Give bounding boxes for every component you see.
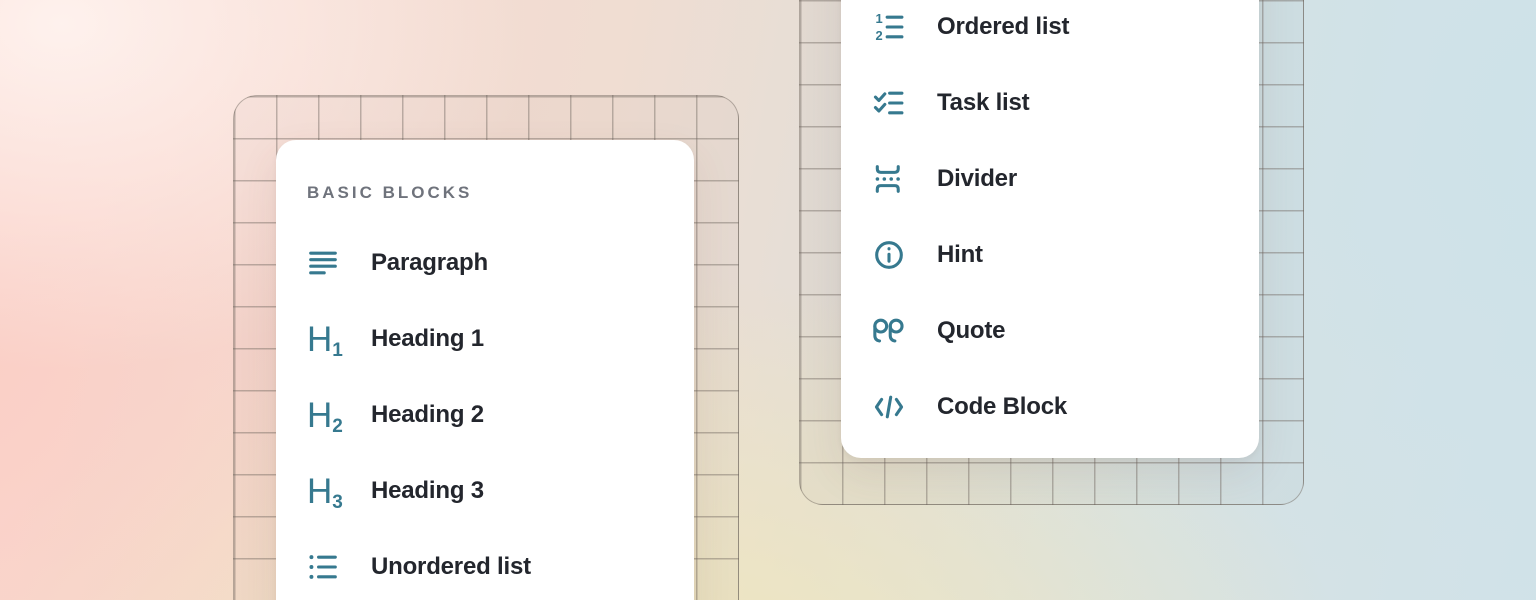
- blocks-menu-card-continued: 12Ordered listTask listDividerHintQuoteC…: [841, 0, 1259, 458]
- menu-item-heading-2[interactable]: H2 Heading 2: [307, 377, 694, 453]
- hero-background: BASIC BLOCKS Paragraph H1 Heading 1 H2 Headi…: [0, 0, 1536, 600]
- menu-item-divider[interactable]: Divider: [873, 141, 1259, 217]
- menu-item-label: Task list: [937, 89, 1029, 117]
- quote-icon: [873, 315, 907, 347]
- menu-item-label: Quote: [937, 317, 1005, 345]
- basic-blocks-menu-card: BASIC BLOCKS Paragraph H1 Heading 1 H2 Headi…: [276, 140, 694, 600]
- menu-item-quote[interactable]: Quote: [873, 293, 1259, 369]
- menu-list-basic-blocks: Paragraph H1 Heading 1 H2 Heading 2 H3 Heading…: [307, 225, 694, 600]
- unordered-list-icon: [307, 551, 341, 583]
- menu-item-code-block[interactable]: Code Block: [873, 369, 1259, 445]
- menu-item-ordered-list[interactable]: 12Ordered list: [873, 0, 1259, 65]
- hint-icon: [873, 239, 907, 271]
- menu-item-label: Divider: [937, 165, 1017, 193]
- menu-item-label: Hint: [937, 241, 983, 269]
- menu-item-label: Paragraph: [371, 249, 488, 277]
- menu-item-label: Heading 3: [371, 477, 484, 505]
- heading-3-icon: H3: [307, 474, 341, 509]
- divider-icon: [873, 163, 907, 195]
- heading-1-icon: H1: [307, 322, 341, 357]
- heading-2-icon: H2: [307, 398, 341, 433]
- menu-item-hint[interactable]: Hint: [873, 217, 1259, 293]
- menu-item-label: Heading 2: [371, 401, 484, 429]
- menu-item-task-list[interactable]: Task list: [873, 65, 1259, 141]
- menu-item-label: Heading 1: [371, 325, 484, 353]
- menu-item-unordered-list[interactable]: Unordered list: [307, 529, 694, 600]
- menu-item-heading-1[interactable]: H1 Heading 1: [307, 301, 694, 377]
- menu-item-label: Code Block: [937, 393, 1067, 421]
- menu-list-more-blocks: 12Ordered listTask listDividerHintQuoteC…: [873, 0, 1259, 445]
- section-header-basic-blocks: BASIC BLOCKS: [307, 182, 694, 204]
- menu-item-paragraph[interactable]: Paragraph: [307, 225, 694, 301]
- task-list-icon: [873, 87, 907, 119]
- ordered-list-icon: 12: [873, 11, 907, 43]
- menu-item-heading-3[interactable]: H3 Heading 3: [307, 453, 694, 529]
- svg-text:1: 1: [875, 11, 882, 26]
- menu-item-label: Unordered list: [371, 553, 531, 581]
- menu-item-label: Ordered list: [937, 13, 1069, 41]
- code-block-icon: [873, 391, 907, 423]
- paragraph-icon: [307, 247, 341, 279]
- svg-text:2: 2: [875, 28, 882, 43]
